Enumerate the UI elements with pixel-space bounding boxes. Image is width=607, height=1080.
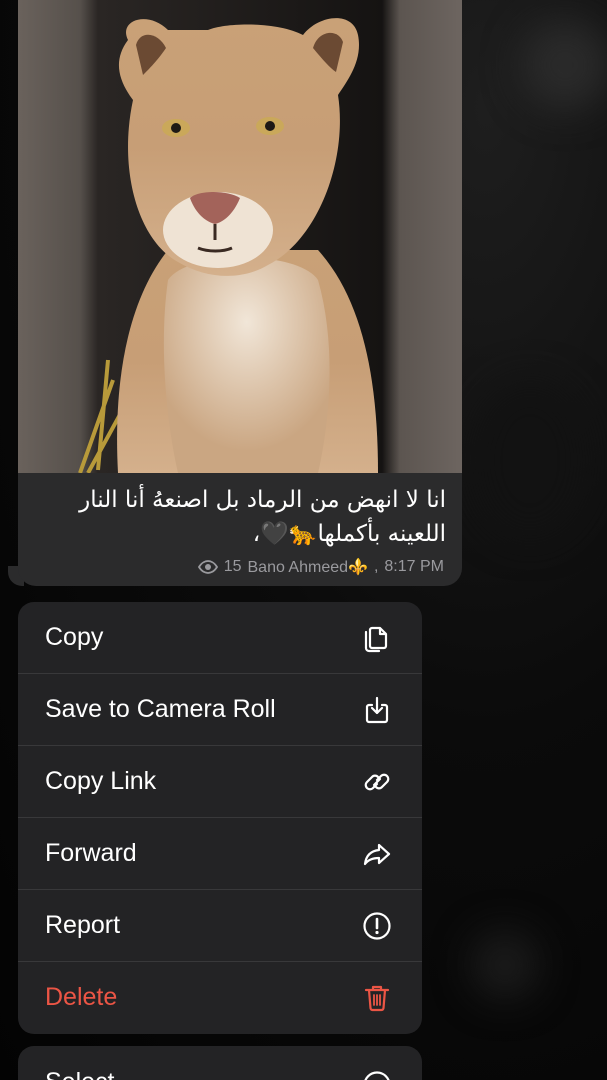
menu-label: Copy	[45, 623, 104, 651]
author-signature: Bano Ahmeed⚜️	[247, 559, 368, 576]
menu-label: Forward	[45, 839, 137, 867]
menu-select[interactable]: Select	[18, 1046, 422, 1080]
message-meta: 15 Bano Ahmeed⚜️, 8:17 PM	[197, 557, 444, 577]
message-caption: انا لا انهض من الرماد بل اصنعهُ أنا النا…	[79, 487, 446, 547]
menu-label: Select	[45, 1068, 360, 1080]
menu-copy[interactable]: Copy	[18, 602, 422, 674]
chat-context-screen: انا لا انهض من الرماد بل اصنعهُ أنا النا…	[0, 0, 607, 1080]
link-icon	[360, 765, 394, 799]
copy-icon	[360, 621, 394, 655]
forward-arrow-icon	[360, 837, 394, 871]
menu-label: Save to Camera Roll	[45, 695, 276, 723]
message-time: 8:17 PM	[384, 558, 444, 575]
message-bubble[interactable]: انا لا انهض من الرماد بل اصنعهُ أنا النا…	[18, 0, 462, 586]
context-menu: Copy Save to Camera Roll Copy Link Forwa…	[18, 602, 422, 1034]
menu-delete[interactable]: Delete	[18, 962, 422, 1033]
menu-save-to-camera-roll[interactable]: Save to Camera Roll	[18, 674, 422, 746]
save-download-icon	[360, 693, 394, 727]
menu-report[interactable]: Report	[18, 890, 422, 962]
trash-icon	[360, 981, 394, 1015]
menu-label: Copy Link	[45, 767, 157, 795]
lioness-photo[interactable]	[18, 0, 462, 473]
views-eye-icon	[197, 560, 218, 574]
menu-label: Delete	[45, 983, 118, 1011]
lioness-image	[18, 0, 462, 473]
menu-forward[interactable]: Forward	[18, 818, 422, 890]
report-exclamation-icon	[360, 909, 394, 943]
views-count: 15	[223, 558, 242, 575]
context-menu-secondary: Select	[18, 1046, 422, 1080]
select-check-icon	[360, 1068, 394, 1080]
menu-copy-link[interactable]: Copy Link	[18, 746, 422, 818]
menu-label: Report	[45, 911, 121, 939]
